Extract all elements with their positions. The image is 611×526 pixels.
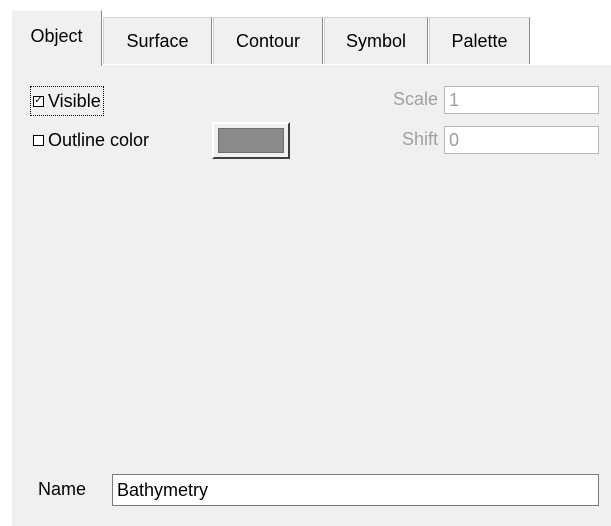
tab-symbol[interactable]: Symbol <box>324 17 428 65</box>
tab-surface-label: Surface <box>126 31 189 51</box>
name-label: Name <box>38 479 87 499</box>
tab-palette-label: Palette <box>451 31 508 51</box>
visible-check-box[interactable]: ✓ <box>33 95 44 107</box>
scale-value: 1 <box>449 89 460 110</box>
outline-check-box[interactable] <box>33 134 44 146</box>
tab-object[interactable]: Object <box>11 10 102 66</box>
scale-input[interactable]: 1 <box>444 86 599 114</box>
object-tab-panel: ✓ Visible Outline color Scale 1 Shift 0 … <box>11 64 611 526</box>
shift-value: 0 <box>449 129 460 150</box>
tab-contour[interactable]: Contour <box>213 17 323 65</box>
shift-input[interactable]: 0 <box>444 126 599 154</box>
scale-label: Scale <box>392 89 438 109</box>
tab-surface[interactable]: Surface <box>103 17 212 65</box>
tab-contour-label: Contour <box>235 31 301 51</box>
object-properties-dialog: Object Surface Contour Symbol Palette ✓ … <box>0 0 611 526</box>
tab-palette[interactable]: Palette <box>429 17 530 65</box>
shift-label: Shift <box>401 129 438 149</box>
visible-label: Visible <box>48 90 101 111</box>
outline-color-checkbox[interactable]: Outline color <box>33 126 149 154</box>
checkmark-icon: ✓ <box>34 95 43 106</box>
outline-color-swatch <box>218 128 284 153</box>
outline-color-label: Outline color <box>48 129 150 150</box>
tab-symbol-label: Symbol <box>345 31 407 51</box>
name-input[interactable]: Bathymetry <box>112 474 599 506</box>
outline-color-button[interactable] <box>212 122 290 159</box>
visible-checkbox[interactable]: ✓ Visible <box>30 86 104 116</box>
name-value: Bathymetry <box>117 479 209 500</box>
tab-object-label: Object <box>30 26 83 46</box>
